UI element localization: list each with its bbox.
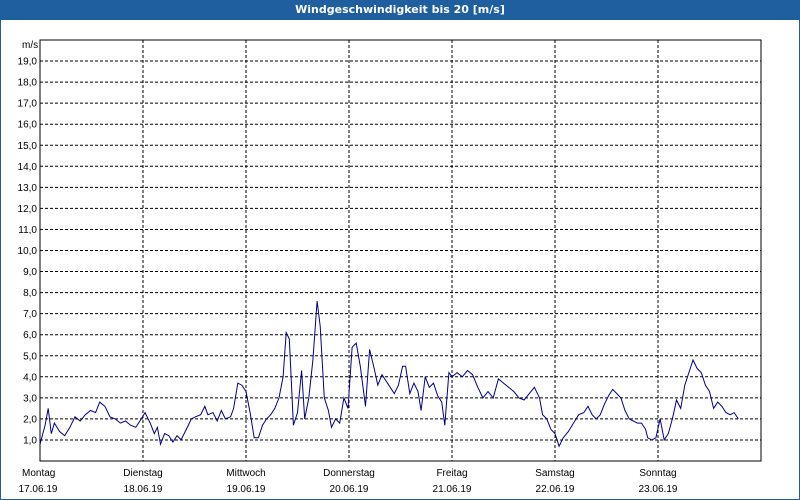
x-tick-date: 22.06.19 (536, 484, 575, 495)
wind-speed-series-line (39, 300, 739, 448)
y-tick-label: 7,0 (23, 309, 37, 320)
x-tick-day: Freitag (436, 468, 467, 479)
x-tick-day: Donnerstag (323, 468, 375, 479)
y-axis-unit-label: m/s (22, 40, 38, 51)
x-tick-day: Sonntag (639, 468, 676, 479)
y-tick-label: 2,0 (23, 414, 37, 425)
x-tick-date: 23.06.19 (639, 484, 678, 495)
x-tick-day: Montag (22, 468, 55, 479)
y-tick-label: 3,0 (23, 393, 37, 404)
y-tick-label: 10,0 (18, 246, 38, 257)
y-tick-label: 13,0 (18, 183, 38, 194)
y-tick-label: 12,0 (18, 204, 38, 215)
x-tick-date: 21.06.19 (433, 484, 472, 495)
y-tick-label: 9,0 (23, 267, 37, 278)
y-tick-label: 16,0 (18, 120, 38, 131)
y-tick-label: 5,0 (23, 351, 37, 362)
y-tick-label: 17,0 (18, 99, 38, 110)
x-tick-day: Dienstag (123, 468, 162, 479)
x-tick-date: 18.06.19 (124, 484, 163, 495)
y-tick-label: 8,0 (23, 288, 37, 299)
y-tick-label: 6,0 (23, 330, 37, 341)
y-tick-label: 1,0 (23, 435, 37, 446)
y-tick-label: 19,0 (18, 57, 38, 68)
y-tick-label: 14,0 (18, 162, 38, 173)
x-tick-date: 17.06.19 (19, 484, 58, 495)
x-tick-day: Mittwoch (226, 468, 265, 479)
x-tick-date: 19.06.19 (227, 484, 266, 495)
line-chart: m/s 1,0 2,0 3,0 4,0 5,0 6,0 7,0 8,0 9,0 10,0 11,0 1… (18, 39, 762, 495)
x-tick-date: 20.06.19 (330, 484, 369, 495)
y-tick-label: 18,0 (18, 78, 38, 89)
y-tick-label: 4,0 (23, 372, 37, 383)
x-tick-day: Samstag (535, 468, 574, 479)
y-tick-label: 15,0 (18, 141, 38, 152)
y-tick-label: 11,0 (18, 225, 37, 236)
